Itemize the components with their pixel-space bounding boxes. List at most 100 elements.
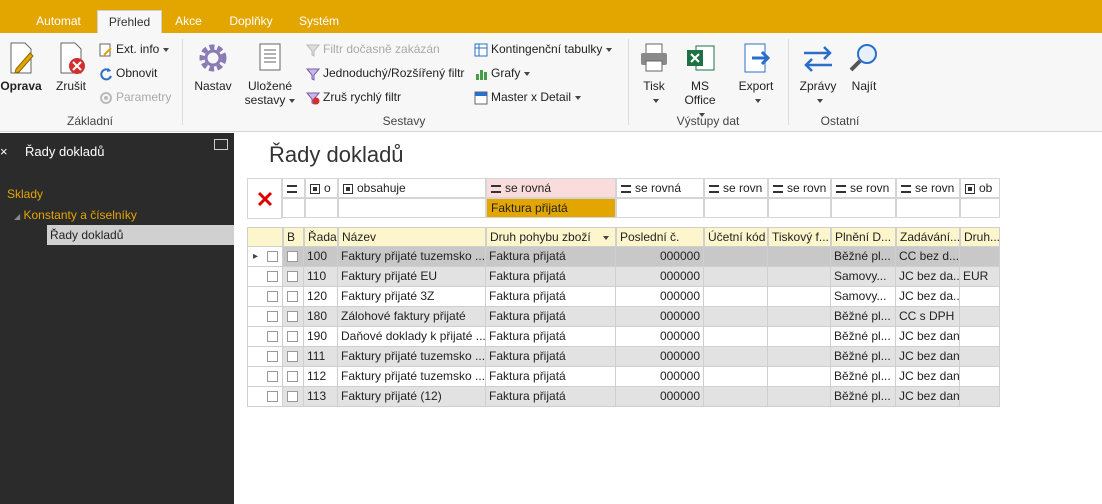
nastav-button[interactable]: Nastav bbox=[191, 41, 235, 93]
zrusit-button[interactable]: Zrušit bbox=[52, 41, 90, 93]
cell-rada[interactable]: 120 bbox=[304, 287, 338, 307]
cell-druh-pohybu[interactable]: Faktura přijatá bbox=[486, 387, 616, 407]
row-selector[interactable] bbox=[247, 287, 283, 307]
row-select-checkbox[interactable] bbox=[267, 351, 278, 362]
cell-nazev[interactable]: Faktury přijaté EU bbox=[338, 267, 486, 287]
grid-header-rada[interactable]: Řada bbox=[304, 227, 338, 247]
tree-item-konstanty[interactable]: ◢ Konstanty a číselníky bbox=[14, 208, 137, 222]
tree-expand-icon[interactable]: ◢ bbox=[14, 212, 20, 221]
b-checkbox[interactable] bbox=[287, 351, 298, 362]
filter-value-posledni[interactable] bbox=[616, 198, 704, 218]
ext-info-button[interactable]: Ext. info bbox=[99, 39, 170, 59]
cell-druh-pohybu[interactable]: Faktura přijatá bbox=[486, 347, 616, 367]
cell-ucetni-kod[interactable] bbox=[704, 367, 768, 387]
cell-rada[interactable]: 111 bbox=[304, 347, 338, 367]
cell-druh-pohybu[interactable]: Faktura přijatá bbox=[486, 287, 616, 307]
kontingencni-button[interactable]: Kontingenční tabulky bbox=[474, 39, 613, 59]
cell-posledni-cislo[interactable]: 000000 bbox=[616, 287, 704, 307]
filter-value-ucetni[interactable] bbox=[704, 198, 768, 218]
tab-automat[interactable]: Automat bbox=[25, 10, 92, 33]
row-select-checkbox[interactable] bbox=[267, 251, 278, 262]
cell-posledni-cislo[interactable]: 000000 bbox=[616, 307, 704, 327]
row-selector[interactable] bbox=[247, 347, 283, 367]
b-checkbox[interactable] bbox=[287, 331, 298, 342]
filtr-docasne-button[interactable]: Filtr dočasně zakázán bbox=[306, 39, 440, 59]
cell-b[interactable] bbox=[283, 367, 304, 387]
cell-tiskovy-formular[interactable] bbox=[768, 287, 831, 307]
cell-tiskovy-formular[interactable] bbox=[768, 347, 831, 367]
cell-plneni-dph[interactable]: Běžné pl... bbox=[831, 247, 896, 267]
row-select-checkbox[interactable] bbox=[267, 331, 278, 342]
cell-ucetni-kod[interactable] bbox=[704, 387, 768, 407]
cell-rada[interactable]: 112 bbox=[304, 367, 338, 387]
cell-zadavani[interactable]: JC bez daní bbox=[896, 387, 960, 407]
b-checkbox[interactable] bbox=[287, 291, 298, 302]
ms-office-button[interactable]: MS Office bbox=[680, 41, 720, 121]
cell-rada[interactable]: 110 bbox=[304, 267, 338, 287]
export-button[interactable]: Export bbox=[736, 41, 776, 107]
cell-druh-pohybu[interactable]: Faktura přijatá bbox=[486, 367, 616, 387]
cell-rada[interactable]: 100 bbox=[304, 247, 338, 267]
b-checkbox[interactable] bbox=[287, 391, 298, 402]
cell-b[interactable] bbox=[283, 327, 304, 347]
cell-tiskovy-formular[interactable] bbox=[768, 267, 831, 287]
cell-druh-pohybu[interactable]: Faktura přijatá bbox=[486, 327, 616, 347]
b-checkbox[interactable] bbox=[287, 271, 298, 282]
cell-ucetni-kod[interactable] bbox=[704, 267, 768, 287]
cell-ucetni-kod[interactable] bbox=[704, 307, 768, 327]
filter-value-druh2[interactable] bbox=[960, 198, 1000, 218]
cell-ucetni-kod[interactable] bbox=[704, 327, 768, 347]
cell-druh[interactable] bbox=[960, 247, 1000, 267]
filter-op-plneni[interactable]: se rovn bbox=[831, 178, 896, 198]
filter-value-plneni[interactable] bbox=[831, 198, 896, 218]
grid-header-tiskovy[interactable]: Tiskový f... bbox=[768, 227, 831, 247]
cell-druh[interactable] bbox=[960, 387, 1000, 407]
filter-op-posledni[interactable]: se rovná bbox=[616, 178, 704, 198]
cell-zadavani[interactable]: CC bez d... bbox=[896, 247, 960, 267]
cell-rada[interactable]: 180 bbox=[304, 307, 338, 327]
master-detail-button[interactable]: Master x Detail bbox=[474, 87, 582, 107]
filter-op-zadavani[interactable]: se rovn bbox=[896, 178, 960, 198]
clear-filter-button[interactable] bbox=[247, 178, 282, 219]
row-select-checkbox[interactable] bbox=[267, 271, 278, 282]
filter-op-ucetni[interactable]: se rovn bbox=[704, 178, 768, 198]
cell-plneni-dph[interactable]: Běžné pl... bbox=[831, 347, 896, 367]
cell-nazev[interactable]: Faktury přijaté (12) bbox=[338, 387, 486, 407]
pin-panel-icon[interactable] bbox=[214, 139, 228, 150]
najit-button[interactable]: Najít bbox=[846, 41, 882, 93]
tab-prehled[interactable]: Přehled bbox=[97, 10, 162, 33]
cell-nazev[interactable]: Faktury přijaté tuzemsko ... bbox=[338, 247, 486, 267]
b-checkbox[interactable] bbox=[287, 311, 298, 322]
row-selector[interactable] bbox=[247, 367, 283, 387]
cell-ucetni-kod[interactable] bbox=[704, 247, 768, 267]
filter-op-b[interactable] bbox=[282, 178, 305, 198]
cell-tiskovy-formular[interactable] bbox=[768, 327, 831, 347]
tree-item-rady-dokladu[interactable]: Řady dokladů bbox=[47, 225, 234, 245]
cell-druh-pohybu[interactable]: Faktura přijatá bbox=[486, 267, 616, 287]
b-checkbox[interactable] bbox=[287, 251, 298, 262]
filter-value-b[interactable] bbox=[282, 198, 305, 218]
tab-system[interactable]: Systém bbox=[292, 10, 346, 33]
cell-posledni-cislo[interactable]: 000000 bbox=[616, 387, 704, 407]
cell-posledni-cislo[interactable]: 000000 bbox=[616, 367, 704, 387]
cell-posledni-cislo[interactable]: 000000 bbox=[616, 327, 704, 347]
row-select-checkbox[interactable] bbox=[267, 291, 278, 302]
filter-op-druh[interactable]: se rovná bbox=[486, 178, 616, 198]
cell-posledni-cislo[interactable]: 000000 bbox=[616, 347, 704, 367]
filter-op-druh2[interactable]: ob bbox=[960, 178, 1000, 198]
cell-nazev[interactable]: Faktury přijaté 3Z bbox=[338, 287, 486, 307]
row-select-checkbox[interactable] bbox=[267, 371, 278, 382]
row-select-checkbox[interactable] bbox=[267, 391, 278, 402]
filter-op-tiskovy[interactable]: se rovn bbox=[768, 178, 831, 198]
zrus-rychly-filtr-button[interactable]: Zruš rychlý filtr bbox=[306, 87, 401, 107]
cell-zadavani[interactable]: JC bez daní bbox=[896, 367, 960, 387]
filter-value-rada[interactable] bbox=[305, 198, 338, 218]
tree-item-sklady[interactable]: Sklady bbox=[7, 187, 43, 201]
cell-nazev[interactable]: Faktury přijaté tuzemsko ... bbox=[338, 347, 486, 367]
cell-b[interactable] bbox=[283, 267, 304, 287]
grid-header-plneni[interactable]: Plnění D... bbox=[831, 227, 896, 247]
grid-header-druh2[interactable]: Druh... bbox=[960, 227, 1000, 247]
ulozene-sestavy-button[interactable]: Uložené sestavy bbox=[242, 41, 298, 107]
zpravy-button[interactable]: Zprávy bbox=[797, 41, 839, 107]
oprava-button[interactable]: Oprava bbox=[0, 41, 42, 93]
